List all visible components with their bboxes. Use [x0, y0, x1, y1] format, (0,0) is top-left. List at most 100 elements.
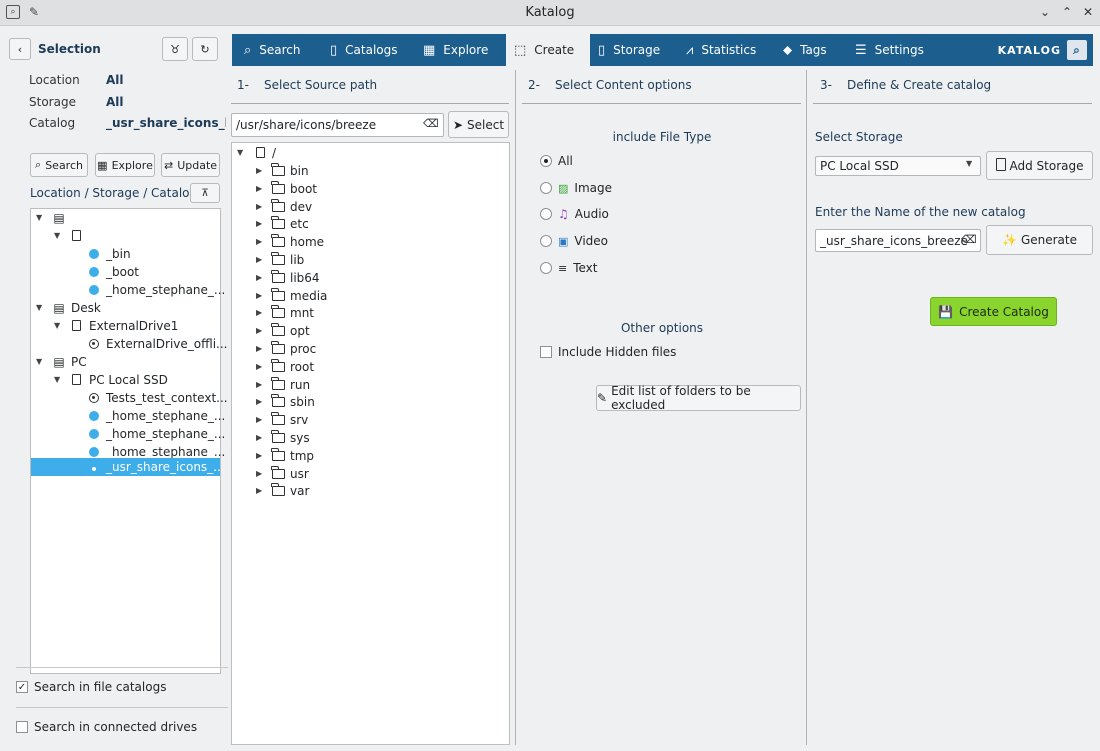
maximize-icon[interactable]: ⌃ [1058, 3, 1076, 21]
create-catalog-button[interactable]: 💾 Create Catalog [930, 297, 1057, 326]
folder-row[interactable]: ▶ dev [232, 198, 509, 216]
minimize-icon[interactable]: ⌄ [1036, 3, 1054, 21]
storage-select[interactable]: PC Local SSD [815, 156, 981, 176]
expand-arrow-icon[interactable]: ▶ [256, 198, 262, 216]
expand-arrow-icon[interactable]: ▶ [256, 411, 262, 429]
folder-row[interactable]: ▶ etc [232, 215, 509, 233]
back-button[interactable]: ‹ [9, 38, 31, 60]
tree-row-drive[interactable]: ▼ PC Local SSD [31, 371, 220, 389]
expand-arrow-icon[interactable]: ▼ [237, 144, 243, 162]
search-in-catalogs-checkbox[interactable]: ✓ Search in file catalogs [16, 680, 166, 694]
file-type-text-radio[interactable]: ≡ Text [540, 261, 598, 275]
folder-row[interactable]: ▶ mnt [232, 304, 509, 322]
expand-arrow-icon[interactable]: ▼ [36, 209, 42, 227]
expand-arrow-icon[interactable]: ▶ [256, 215, 262, 233]
tree-row-catalog-selected[interactable]: _usr_share_icons_... [31, 458, 225, 476]
search-in-drives-checkbox[interactable]: Search in connected drives [16, 720, 197, 734]
tree-row-catalog[interactable]: ExternalDrive_offli... [31, 335, 228, 353]
generate-name-button[interactable]: ✨ Generate [986, 225, 1093, 255]
tree-row-root[interactable]: ▼ / [232, 144, 509, 162]
expand-arrow-icon[interactable]: ▼ [36, 299, 42, 317]
search-button[interactable]: ⌕ Search [30, 153, 88, 177]
catalog-tree[interactable]: ▼ ▤ ▼ _bin _boot _home_stephane_... ▼ ▤ Des… [30, 208, 228, 674]
file-type-video-radio[interactable]: ▣ Video [540, 234, 608, 248]
expand-arrow-icon[interactable]: ▼ [54, 227, 60, 245]
tab-statistics[interactable]: ⩘ Statistics [686, 34, 776, 66]
add-storage-button[interactable]: Add Storage [986, 151, 1093, 180]
explore-button[interactable]: ▦ Explore [95, 153, 155, 177]
tab-catalogs[interactable]: ▯ Catalogs [330, 34, 418, 66]
expand-arrow-icon[interactable]: ▶ [256, 340, 262, 358]
expand-arrow-icon[interactable]: ▶ [256, 269, 262, 287]
folder-row[interactable]: ▶ tmp [232, 447, 509, 465]
close-icon[interactable]: ✕ [1079, 3, 1097, 21]
select-path-button[interactable]: ➤ Select [448, 111, 509, 138]
radio-icon [540, 235, 552, 247]
tree-row-drive[interactable]: ▼ ExternalDrive1 [31, 317, 220, 335]
expand-arrow-icon[interactable]: ▶ [256, 393, 262, 411]
tree-row-drive[interactable]: ▼ [31, 227, 220, 245]
folder-row[interactable]: ▶ sbin [232, 393, 509, 411]
folder-row[interactable]: ▶ srv [232, 411, 509, 429]
tab-tags[interactable]: ⬥ Tags [783, 34, 843, 66]
folder-row[interactable]: ▶ opt [232, 322, 509, 340]
file-type-audio-radio[interactable]: ♫ Audio [540, 207, 609, 221]
expand-arrow-icon[interactable]: ▼ [54, 371, 60, 389]
refresh-button[interactable]: ↻ [192, 37, 218, 61]
folder-row[interactable]: ▶ root [232, 358, 509, 376]
tab-search[interactable]: ⌕ Search [244, 34, 330, 66]
tab-settings[interactable]: ☰ Settings [855, 34, 945, 66]
catalog-name-input[interactable]: _usr_share_icons_breeze [815, 229, 981, 252]
tree-row-catalog[interactable]: Tests_test_context... [31, 389, 228, 407]
expand-arrow-icon[interactable]: ▼ [54, 317, 60, 335]
tree-row-location[interactable]: ▼ ▤ PC [31, 353, 220, 371]
expand-arrow-icon[interactable]: ▶ [256, 304, 262, 322]
folder-row[interactable]: ▶ usr [232, 465, 509, 483]
expand-arrow-icon[interactable]: ▶ [256, 376, 262, 394]
expand-arrow-icon[interactable]: ▶ [256, 251, 262, 269]
edit-excluded-folders-button[interactable]: ✎ Edit list of folders to be excluded [596, 384, 801, 412]
clear-input-icon[interactable]: ⌫ [423, 117, 439, 130]
collapse-tree-button[interactable]: ⊼ [190, 183, 220, 203]
expand-arrow-icon[interactable]: ▶ [256, 358, 262, 376]
folder-row[interactable]: ▶ media [232, 287, 509, 305]
include-hidden-checkbox[interactable]: Include Hidden files [540, 345, 676, 359]
expand-arrow-icon[interactable]: ▶ [256, 287, 262, 305]
tree-row-catalog[interactable]: _home_stephane_... [31, 281, 225, 299]
expand-arrow-icon[interactable]: ▶ [256, 180, 262, 198]
expand-arrow-icon[interactable]: ▶ [256, 482, 262, 500]
tab-explore[interactable]: ▦ Explore [423, 34, 507, 66]
reset-selection-button[interactable]: ♉ [162, 37, 188, 61]
folder-row[interactable]: ▶ run [232, 376, 509, 394]
clear-input-icon[interactable]: ⌫ [961, 233, 977, 246]
tab-create[interactable]: ⬚ Create [506, 34, 590, 66]
dropdown-arrow-icon[interactable]: ▼ [966, 159, 972, 168]
tree-row-location[interactable]: ▼ ▤ Desk [31, 299, 220, 317]
source-path-input[interactable]: /usr/share/icons/breeze [231, 113, 444, 137]
tree-row-catalog[interactable]: _home_stephane_... [31, 425, 225, 443]
update-button[interactable]: ⇄ Update [161, 153, 220, 177]
expand-arrow-icon[interactable]: ▶ [256, 465, 262, 483]
tree-row-catalog[interactable]: _boot [31, 263, 220, 281]
expand-arrow-icon[interactable]: ▼ [36, 353, 42, 371]
folder-row[interactable]: ▶ bin [232, 162, 509, 180]
folder-row[interactable]: ▶ home [232, 233, 509, 251]
title-bar: ⌕ ✎ Katalog ⌄ ⌃ ✕ [0, 0, 1100, 26]
expand-arrow-icon[interactable]: ▶ [256, 447, 262, 465]
expand-arrow-icon[interactable]: ▶ [256, 233, 262, 251]
expand-arrow-icon[interactable]: ▶ [256, 322, 262, 340]
file-type-all-radio[interactable]: All [540, 154, 573, 168]
file-type-image-radio[interactable]: ▨ Image [540, 181, 612, 195]
folder-row[interactable]: ▶ var [232, 482, 509, 500]
folder-row[interactable]: ▶ boot [232, 180, 509, 198]
tree-row-location[interactable]: ▼ ▤ [31, 209, 220, 227]
tab-storage[interactable]: ▯ Storage [598, 34, 678, 66]
folder-row[interactable]: ▶ sys [232, 429, 509, 447]
tree-row-catalog[interactable]: _home_stephane_... [31, 407, 225, 425]
folder-row[interactable]: ▶ lib64 [232, 269, 509, 287]
folder-row[interactable]: ▶ lib [232, 251, 509, 269]
expand-arrow-icon[interactable]: ▶ [256, 429, 262, 447]
expand-arrow-icon[interactable]: ▶ [256, 162, 262, 180]
tree-row-catalog[interactable]: _bin [31, 245, 220, 263]
folder-row[interactable]: ▶ proc [232, 340, 509, 358]
